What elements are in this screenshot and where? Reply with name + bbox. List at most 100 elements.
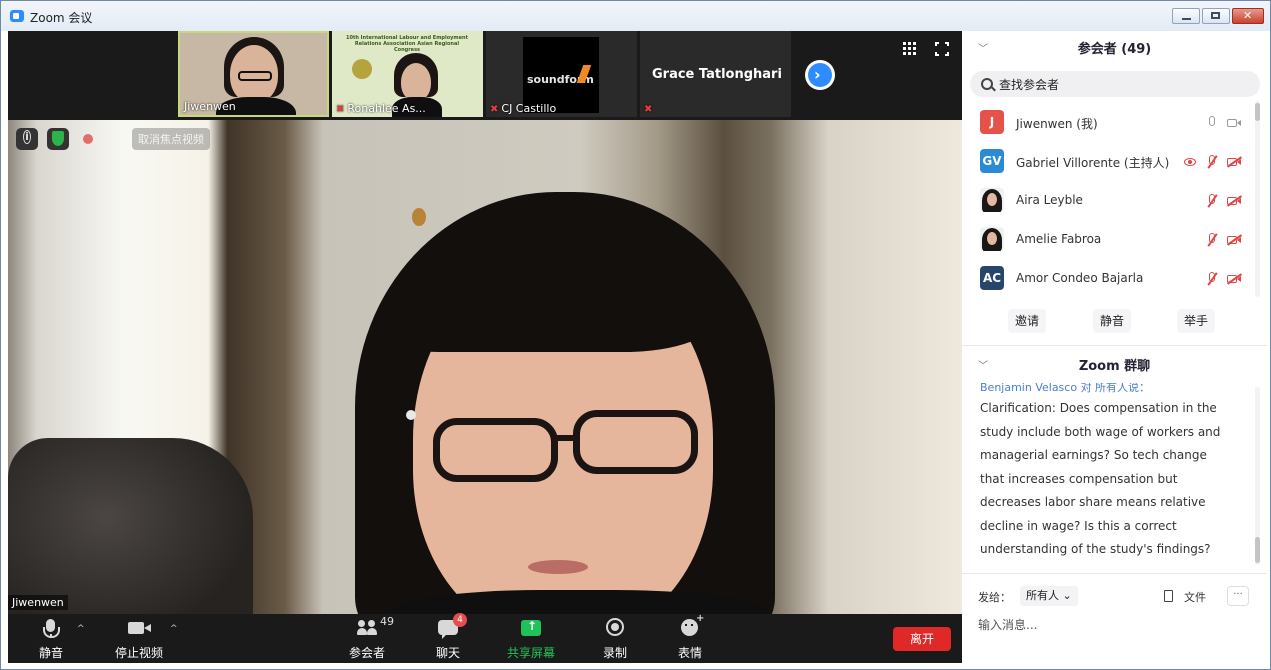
chat-message-input[interactable]: [976, 613, 1250, 637]
meeting-toolbar: 静音 ^ 停止视频 ^ 49 参会者 4 聊天 共享屏幕: [8, 613, 962, 663]
participant-search-input[interactable]: [997, 74, 1251, 96]
microphone-muted-icon: [1204, 154, 1220, 170]
microphone-speaker: [8, 438, 253, 614]
microphone-icon: [39, 617, 63, 639]
recording-icon: [1182, 154, 1198, 170]
chat-title: Zoom 群聊: [1078, 359, 1151, 374]
share-screen-button[interactable]: 共享屏幕: [496, 617, 566, 663]
file-icon[interactable]: [1164, 590, 1173, 602]
thumbnail-name-label: ✖ Ronahlee As...: [336, 102, 426, 115]
thumbnail-strip: Jiwenwen 10th International Labour and E…: [8, 31, 962, 120]
video-camera-icon: [127, 617, 151, 639]
collapse-chevron-icon[interactable]: ﹀: [978, 350, 988, 384]
earphone: [406, 410, 416, 420]
more-options-button[interactable]: ···: [1227, 586, 1249, 606]
share-screen-icon: [519, 617, 543, 639]
video-options-chevron-icon[interactable]: ^: [170, 624, 178, 634]
microphone-muted-icon: [1204, 271, 1220, 287]
microphone-icon[interactable]: [1204, 115, 1220, 131]
thumbnail-name-label: ✖ CJ Castillo: [490, 102, 556, 115]
microphone-muted-icon: [1204, 232, 1220, 248]
thumbnail-name: Jiwenwen: [184, 100, 236, 113]
emoji-icon: [678, 613, 704, 639]
microphone-muted-icon: [1204, 193, 1220, 209]
thumb-glasses: [238, 71, 272, 81]
participant-name: Jiwenwen (我): [1016, 117, 1098, 131]
thumbnail-name: Grace Tatlonghari: [652, 67, 782, 82]
participant-name: Amor Condeo Bajarla: [1016, 271, 1144, 285]
meeting-info-icon[interactable]: [16, 128, 38, 150]
speaker-bangs: [398, 232, 718, 352]
close-window-button[interactable]: [1232, 8, 1264, 24]
video-camera-icon[interactable]: [1226, 115, 1242, 131]
chat-button[interactable]: 4 聊天: [413, 613, 483, 663]
thumbnail-jiwenwen[interactable]: Jiwenwen: [178, 31, 329, 117]
file-button-label[interactable]: 文件: [1184, 589, 1206, 605]
video-off-icon: [1226, 193, 1242, 209]
avatar: AC: [980, 266, 1004, 290]
share-screen-label: 共享屏幕: [506, 646, 555, 660]
avatar: [980, 227, 1004, 251]
chevron-down-icon: ⌄: [1062, 589, 1072, 602]
glasses-bridge: [553, 435, 577, 441]
mic-muted-icon: ✖: [490, 104, 499, 115]
fullscreen-icon[interactable]: [934, 41, 950, 57]
chevron-right-icon: ›: [814, 65, 821, 84]
main-video-name-tag: Jiwenwen: [8, 595, 68, 610]
raise-hand-button[interactable]: 举手: [1177, 309, 1216, 333]
mic-muted-icon: ✖: [644, 104, 653, 115]
audio-options-chevron-icon[interactable]: ^: [77, 624, 85, 634]
thumbnail-cj-castillo[interactable]: soundform ✖ CJ Castillo: [486, 31, 637, 117]
mute-button[interactable]: 静音: [16, 617, 86, 663]
maximize-button[interactable]: [1202, 8, 1230, 24]
participant-row[interactable]: GV Gabriel Villorente (主持人): [962, 142, 1262, 181]
thumbnail-ronahlee[interactable]: 10th International Labour and Employment…: [332, 31, 483, 117]
leave-meeting-button[interactable]: 离开: [893, 627, 951, 651]
send-to-value: 所有人: [1026, 589, 1059, 602]
mute-label: 静音: [38, 646, 63, 660]
avatar: [980, 188, 1004, 212]
participant-name: Gabriel Villorente (主持人): [1016, 156, 1170, 170]
stop-video-button[interactable]: 停止视频: [104, 617, 174, 663]
minimize-button[interactable]: [1172, 8, 1200, 24]
send-to-select[interactable]: 所有人 ⌄: [1020, 586, 1078, 606]
participant-actions: 邀请 静音 举手: [962, 309, 1267, 335]
encryption-shield-icon[interactable]: [47, 128, 69, 150]
participant-row[interactable]: J Jiwenwen (我): [962, 103, 1262, 142]
avatar: GV: [980, 149, 1004, 173]
participants-scrollbar[interactable]: [1255, 101, 1260, 297]
unpin-video-button[interactable]: 取消焦点视频: [132, 128, 210, 150]
record-icon: [603, 617, 627, 639]
record-label: 录制: [602, 646, 627, 660]
reactions-button[interactable]: 表情: [655, 613, 725, 663]
invite-button[interactable]: 邀请: [1008, 309, 1047, 333]
collapse-chevron-icon[interactable]: ﹀: [978, 33, 988, 67]
glasses-right-lens: [573, 410, 698, 474]
participant-row[interactable]: Aira Leyble: [962, 181, 1262, 220]
participants-label: 参会者: [348, 646, 385, 660]
gallery-view-icon[interactable]: [903, 42, 917, 56]
speaker-lips: [528, 560, 588, 574]
reactions-label: 表情: [677, 646, 702, 660]
next-page-button[interactable]: ›: [805, 60, 835, 90]
record-button[interactable]: 录制: [580, 617, 650, 663]
participant-row[interactable]: Amelie Fabroa: [962, 220, 1262, 259]
section-divider: [962, 345, 1267, 346]
hair-clip: [412, 208, 426, 226]
stop-video-label: 停止视频: [114, 646, 163, 660]
chat-label: 聊天: [435, 646, 460, 660]
chat-unread-badge: 4: [453, 613, 467, 627]
participants-button[interactable]: 49 参会者: [332, 615, 402, 663]
poster-title: 10th International Labour and Employment…: [346, 35, 468, 53]
chat-messages: Benjamin Velasco 对 所有人说： Clarification: …: [962, 383, 1262, 563]
mute-all-button[interactable]: 静音: [1093, 309, 1132, 333]
search-icon: [981, 78, 993, 90]
chat-scrollbar[interactable]: [1255, 387, 1260, 565]
video-off-icon: [1226, 154, 1242, 170]
video-off-icon: [1226, 232, 1242, 248]
participant-row[interactable]: AC Amor Condeo Bajarla: [962, 259, 1262, 298]
participants-header: ﹀ 参会者 (49): [962, 33, 1267, 67]
send-to-label: 发给：: [978, 591, 1011, 604]
thumbnail-grace[interactable]: Grace Tatlonghari ✖: [640, 31, 791, 117]
chat-icon: 4: [436, 613, 467, 639]
